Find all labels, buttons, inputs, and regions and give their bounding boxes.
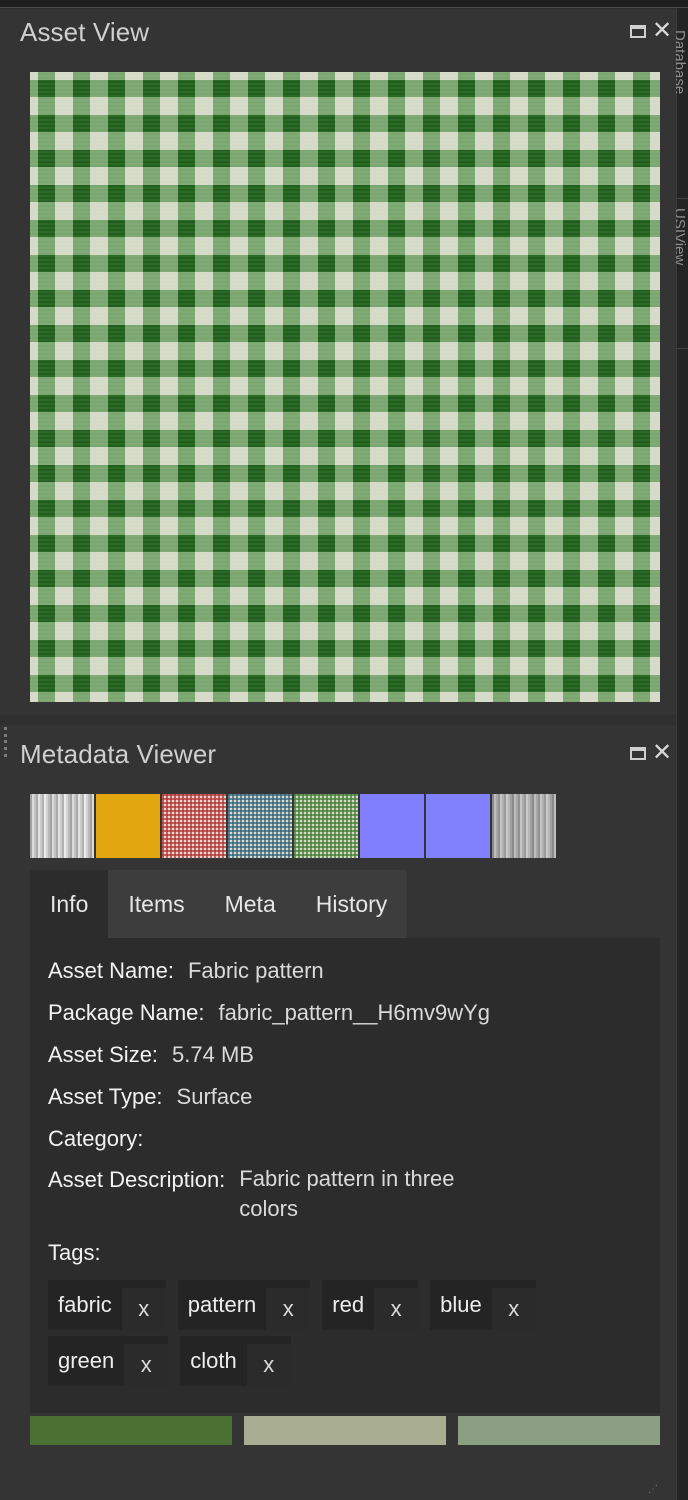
- asset-view-title: Asset View: [20, 17, 150, 47]
- tag-label: fabric: [58, 1292, 112, 1317]
- texture-thumbnail-strip: [30, 794, 556, 858]
- texture-thumbnail-normal-map-2[interactable]: [426, 794, 490, 858]
- dock-tab-usiview[interactable]: USIView: [676, 208, 688, 328]
- metadata-viewer-panel: Metadata Viewer ✕ Info Items Meta Histor…: [0, 725, 676, 1500]
- asset-type-label: Asset Type:: [48, 1084, 163, 1109]
- texture-thumbnail-blue-gingham[interactable]: [228, 794, 292, 858]
- dock-separator: [676, 348, 688, 349]
- close-icon: ✕: [651, 739, 673, 766]
- category-label: Category:: [48, 1126, 144, 1151]
- tag-chip: blue x: [430, 1280, 536, 1330]
- tag-label: green: [58, 1348, 115, 1373]
- close-icon: ✕: [651, 17, 673, 44]
- gingham-texture: [30, 72, 660, 702]
- asset-type-value: Surface: [176, 1084, 253, 1109]
- tag-label: cloth: [190, 1348, 237, 1373]
- metadata-viewer-window-controls: ✕: [628, 739, 673, 766]
- info-tab-content: Asset Name: Fabric pattern Package Name:…: [30, 938, 660, 1413]
- asset-size-row: Asset Size: 5.74 MB: [48, 1042, 254, 1068]
- tag-list: fabric x pattern x red x blue x green x cloth x: [48, 1280, 608, 1386]
- tag-chip: cloth x: [180, 1336, 291, 1386]
- maximize-button[interactable]: [628, 743, 648, 763]
- texture-thumbnail-normal-map[interactable]: [360, 794, 424, 858]
- asset-description-row: Asset Description: Fabric pattern in thr…: [48, 1166, 499, 1224]
- texture-thumbnail-solid-gold[interactable]: [96, 794, 160, 858]
- tag-label: red: [332, 1292, 365, 1317]
- tag-remove-button[interactable]: x: [121, 1288, 166, 1330]
- texture-thumbnail-grayscale-streaks[interactable]: [30, 794, 94, 858]
- tab-history[interactable]: History: [296, 870, 408, 938]
- tab-items[interactable]: Items: [108, 870, 204, 938]
- dock-tab-database[interactable]: Database: [676, 30, 688, 165]
- asset-description-value: Fabric pattern in three colors: [239, 1166, 455, 1221]
- asset-size-label: Asset Size:: [48, 1042, 159, 1067]
- dock-separator: [676, 198, 688, 199]
- maximize-icon: [630, 24, 646, 38]
- category-row: Category:: [48, 1126, 157, 1152]
- right-dock-bar: Database USIView: [676, 8, 688, 1500]
- asset-name-label: Asset Name:: [48, 958, 174, 983]
- asset-preview-image: [30, 72, 660, 702]
- asset-size-value: 5.74 MB: [172, 1042, 254, 1067]
- tag-remove-button[interactable]: x: [246, 1344, 291, 1386]
- asset-name-value: Fabric pattern: [187, 958, 324, 983]
- texture-thumbnail-gray-streaks[interactable]: [492, 794, 556, 858]
- color-swatch[interactable]: [30, 1416, 232, 1445]
- tab-meta[interactable]: Meta: [205, 870, 296, 938]
- texture-thumbnail-green-gingham[interactable]: [294, 794, 358, 858]
- tag-label: blue: [440, 1292, 482, 1317]
- panel-drag-grip[interactable]: [4, 725, 10, 759]
- close-button[interactable]: ✕: [651, 17, 673, 44]
- asset-description-label: Asset Description:: [48, 1167, 226, 1192]
- asset-type-row: Asset Type: Surface: [48, 1084, 252, 1110]
- top-window-edge: [0, 0, 688, 8]
- metadata-viewer-title: Metadata Viewer: [20, 739, 217, 769]
- asset-name-row: Asset Name: Fabric pattern: [48, 958, 324, 984]
- close-button[interactable]: ✕: [651, 739, 673, 766]
- package-name-value: fabric_pattern__H6mv9wYg: [218, 1000, 491, 1025]
- tag-chip: pattern x: [177, 1280, 311, 1330]
- tag-remove-button[interactable]: x: [491, 1288, 536, 1330]
- tags-label: Tags:: [48, 1240, 101, 1265]
- asset-view-panel: Asset View ✕: [0, 9, 676, 715]
- package-name-row: Package Name: fabric_pattern__H6mv9wYg: [48, 1000, 490, 1026]
- maximize-icon: [630, 746, 646, 760]
- tag-remove-button[interactable]: x: [124, 1344, 169, 1386]
- tab-info[interactable]: Info: [30, 870, 108, 938]
- color-swatch[interactable]: [244, 1416, 446, 1445]
- color-swatch[interactable]: [458, 1416, 660, 1445]
- package-name-label: Package Name:: [48, 1000, 205, 1025]
- asset-view-window-controls: ✕: [628, 17, 673, 44]
- maximize-button[interactable]: [628, 21, 648, 41]
- resize-grip-icon[interactable]: ⋰: [648, 1484, 660, 1496]
- tag-label: pattern: [187, 1292, 257, 1317]
- tag-chip: green x: [48, 1336, 169, 1386]
- metadata-tabs: Info Items Meta History: [30, 870, 408, 938]
- color-swatch-row: [30, 1416, 660, 1445]
- tags-row: Tags:: [48, 1240, 101, 1266]
- tag-remove-button[interactable]: x: [266, 1288, 311, 1330]
- tag-chip: red x: [322, 1280, 419, 1330]
- tag-remove-button[interactable]: x: [374, 1288, 419, 1330]
- tag-chip: fabric x: [48, 1280, 166, 1330]
- texture-thumbnail-red-gingham[interactable]: [162, 794, 226, 858]
